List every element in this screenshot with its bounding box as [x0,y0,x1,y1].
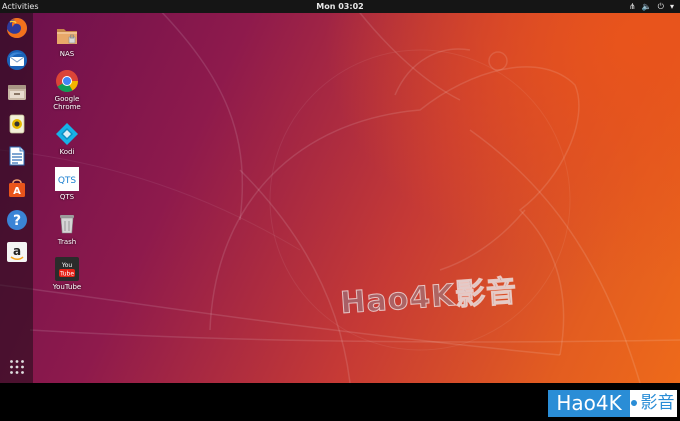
desktop-icon-trash[interactable]: Trash [44,212,90,246]
watermark-logo-latin: Hao4K [548,390,630,417]
svg-text:A: A [13,186,21,197]
chrome-icon [55,69,79,93]
libreoffice-writer-icon [9,146,24,165]
desktop[interactable]: Hao4K影音 NAS Google Chrome Kodi QTS QTS T… [0,0,680,383]
desktop-icon-label: Trash [57,238,77,246]
power-icon[interactable]: ⏻ [658,0,664,13]
system-tray[interactable]: ⋔ 🔈 ⏻ ▾ [629,0,674,13]
dock-item-amazon[interactable]: a [5,240,28,263]
desktop-icon-label: Google Chrome [53,95,81,111]
desktop-icon-kodi[interactable]: Kodi [44,122,90,156]
desktop-icon-nas[interactable]: NAS [44,24,90,58]
qts-icon: QTS [55,167,79,191]
svg-text:QTS: QTS [58,176,77,186]
watermark-logo: Hao4K 影音 [548,390,677,417]
help-icon: ? [6,209,27,230]
svg-text:You: You [61,262,73,269]
svg-text:a: a [12,244,20,258]
desktop-icon-qts[interactable]: QTS QTS [44,167,90,201]
dock-item-thunderbird[interactable] [5,48,28,71]
dock-item-files[interactable] [5,80,28,103]
desktop-icon-youtube[interactable]: You Tube YouTube [44,257,90,291]
watermark-logo-dot [631,400,637,406]
chevron-down-icon[interactable]: ▾ [670,0,674,13]
dock-item-help[interactable]: ? [5,208,28,231]
grid-icon [9,359,24,374]
dock-item-ubuntu-software[interactable]: A [5,176,28,199]
firefox-icon [6,17,27,38]
desktop-icon-label: QTS [59,193,75,201]
dock-item-firefox[interactable] [5,16,28,39]
desktop-icon-google-chrome[interactable]: Google Chrome [44,69,90,111]
show-applications-button[interactable] [5,355,28,378]
volume-icon[interactable]: 🔈 [642,0,652,13]
network-icon[interactable]: ⋔ [629,0,636,13]
rhythmbox-icon [9,114,24,133]
desktop-icon-label: YouTube [52,283,82,291]
ubuntu-software-icon: A [8,178,25,197]
top-bar: Activities Mon 03:02 ⋔ 🔈 ⏻ ▾ [0,0,680,13]
desktop-icon-label: NAS [59,50,75,58]
youtube-icon: You Tube [55,257,79,281]
dock-item-libreoffice-writer[interactable] [5,144,28,167]
thunderbird-icon [6,49,27,70]
dock: A ? a [0,13,33,383]
watermark-logo-cn: 影音 [640,393,675,413]
dock-item-rhythmbox[interactable] [5,112,28,135]
folder-icon [55,24,79,48]
desktop-icon-label: Kodi [59,148,75,156]
amazon-icon: a [6,241,27,262]
wallpaper-beaver-outline [0,0,680,383]
svg-text:Tube: Tube [59,270,74,277]
svg-text:?: ? [12,213,20,229]
clock[interactable]: Mon 03:02 [0,1,680,12]
files-icon [7,84,26,100]
trash-icon [55,212,79,236]
kodi-icon [55,122,79,146]
